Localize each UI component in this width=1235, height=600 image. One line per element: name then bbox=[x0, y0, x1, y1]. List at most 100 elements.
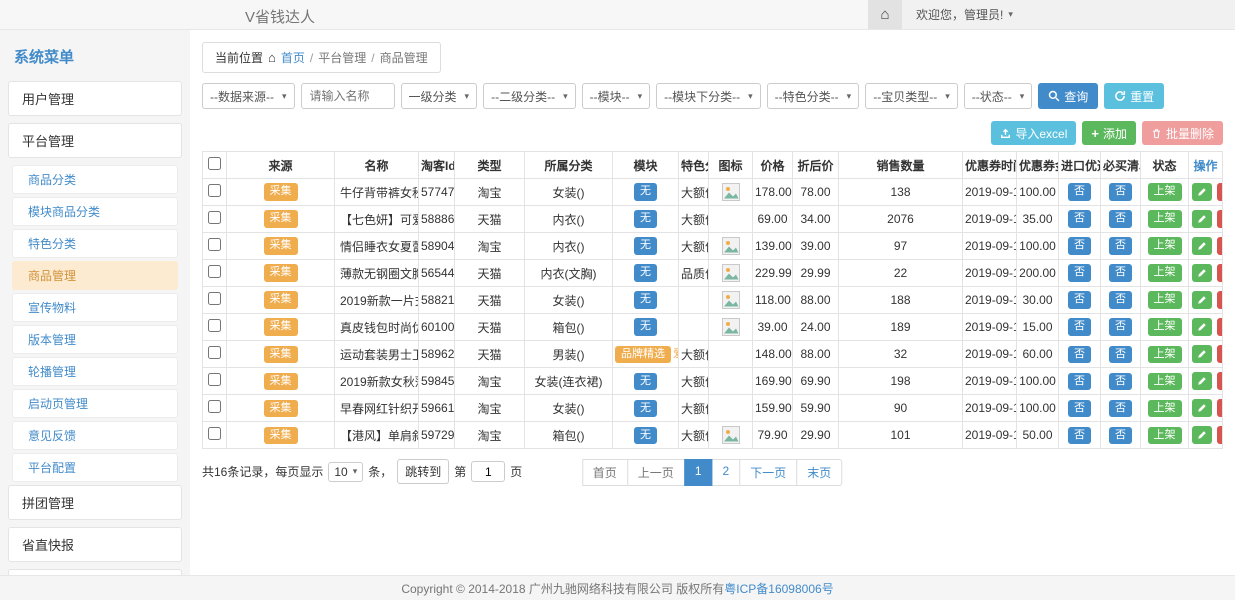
sidebar-item[interactable]: 平台管理 bbox=[8, 123, 182, 158]
price: 229.99 bbox=[753, 260, 793, 287]
sidebar-item[interactable]: 拼团管理 bbox=[8, 485, 182, 520]
product-name: 牛仔背带裤女秋装减龄... bbox=[335, 179, 419, 206]
module-extra-label: 爱上运动 bbox=[673, 348, 679, 360]
product-category: 内衣(文胸) bbox=[525, 260, 613, 287]
filter-select[interactable]: 一级分类 ▾ bbox=[401, 83, 478, 109]
edit-button[interactable] bbox=[1192, 237, 1212, 255]
add-button[interactable]: + 添加 bbox=[1082, 121, 1136, 145]
reset-button[interactable]: 重置 bbox=[1104, 83, 1164, 109]
data-source-select[interactable]: --数据来源-- ▾ bbox=[202, 83, 295, 109]
filter-select[interactable]: --二级分类-- ▾ bbox=[483, 83, 576, 109]
filter-select[interactable]: --模块-- ▾ bbox=[582, 83, 651, 109]
delete-button[interactable] bbox=[1217, 372, 1222, 390]
edit-button[interactable] bbox=[1192, 291, 1212, 309]
row-checkbox[interactable] bbox=[208, 346, 221, 359]
edit-button[interactable] bbox=[1192, 318, 1212, 336]
row-checkbox[interactable] bbox=[208, 238, 221, 251]
sidebar-item[interactable]: 平台配置 bbox=[12, 453, 178, 482]
sidebar-item-label: 商品分类 bbox=[28, 173, 76, 187]
status-badge: 上架 bbox=[1148, 400, 1182, 417]
home-button[interactable]: ⌂ bbox=[868, 0, 902, 29]
delete-button[interactable] bbox=[1217, 183, 1222, 201]
pagination-button[interactable]: 上一页 bbox=[627, 459, 685, 486]
filter-select[interactable]: --状态-- ▾ bbox=[964, 83, 1033, 109]
edit-button[interactable] bbox=[1192, 399, 1212, 417]
status-badge: 上架 bbox=[1148, 237, 1182, 254]
pagination-button[interactable]: 末页 bbox=[796, 459, 842, 486]
batch-delete-button[interactable]: 批量删除 bbox=[1142, 121, 1223, 145]
per-page-value: 10 bbox=[334, 465, 347, 479]
table-row: 采集 薄款无钢圈文胸聚拢性... 565446685867 天猫 内衣(文胸) … bbox=[203, 260, 1223, 287]
pagination-button[interactable]: 下一页 bbox=[739, 459, 797, 486]
sidebar-item[interactable]: 版本管理 bbox=[12, 325, 178, 354]
must-buy-badge: 否 bbox=[1109, 237, 1132, 254]
filter-select[interactable]: --特色分类-- ▾ bbox=[767, 83, 860, 109]
edit-icon bbox=[1197, 241, 1207, 251]
search-button[interactable]: 查询 bbox=[1038, 83, 1098, 109]
row-checkbox[interactable] bbox=[208, 319, 221, 332]
coupon-amount: 60.00 bbox=[1017, 341, 1059, 368]
sidebar-item[interactable]: 用户管理 bbox=[8, 81, 182, 116]
filter-select[interactable]: --模块下分类-- ▾ bbox=[656, 83, 761, 109]
pagination-button[interactable]: 1 bbox=[684, 459, 713, 486]
page-number-input[interactable] bbox=[471, 461, 505, 482]
product-icon bbox=[722, 318, 740, 336]
edit-button[interactable] bbox=[1192, 345, 1212, 363]
row-checkbox[interactable] bbox=[208, 427, 221, 440]
refresh-icon bbox=[1114, 90, 1126, 102]
product-type: 天猫 bbox=[455, 287, 525, 314]
row-checkbox[interactable] bbox=[208, 400, 221, 413]
sidebar-item[interactable]: 商品分类 bbox=[12, 165, 178, 194]
name-search-input[interactable] bbox=[301, 83, 395, 109]
product-icon bbox=[722, 183, 740, 201]
delete-button[interactable] bbox=[1217, 264, 1222, 282]
product-name: 运动套装男士卫衣初秋... bbox=[335, 341, 419, 368]
product-name: 薄款无钢圈文胸聚拢性... bbox=[335, 260, 419, 287]
delete-button[interactable] bbox=[1217, 399, 1222, 417]
sidebar-item[interactable]: 宣传物料 bbox=[12, 293, 178, 322]
edit-button[interactable] bbox=[1192, 264, 1212, 282]
imported-badge: 否 bbox=[1068, 346, 1091, 363]
feature-category: 大额优惠券 bbox=[679, 341, 709, 368]
row-checkbox[interactable] bbox=[208, 265, 221, 278]
sidebar-item[interactable]: 省直快报 bbox=[8, 527, 182, 562]
select-all-checkbox[interactable] bbox=[208, 157, 221, 170]
pagination-button[interactable]: 首页 bbox=[582, 459, 628, 486]
delete-button[interactable] bbox=[1217, 426, 1222, 444]
sidebar-item[interactable]: 商品管理 bbox=[12, 261, 178, 290]
pagination-button[interactable]: 2 bbox=[712, 459, 741, 486]
delete-button[interactable] bbox=[1217, 291, 1222, 309]
row-checkbox[interactable] bbox=[208, 373, 221, 386]
edit-button[interactable] bbox=[1192, 372, 1212, 390]
source-badge: 采集 bbox=[264, 427, 298, 444]
delete-button[interactable] bbox=[1217, 210, 1222, 228]
row-checkbox[interactable] bbox=[208, 211, 221, 224]
icp-link[interactable]: 粤ICP备16098006号 bbox=[724, 580, 833, 597]
sidebar-item-label: 模块商品分类 bbox=[28, 205, 100, 219]
edit-button[interactable] bbox=[1192, 210, 1212, 228]
breadcrumb-home-link[interactable]: 首页 bbox=[281, 49, 305, 66]
table-body: 采集 牛仔背带裤女秋装减龄... 577479560965 淘宝 女装() 无 … bbox=[203, 179, 1223, 449]
delete-button[interactable] bbox=[1217, 237, 1222, 255]
jump-button[interactable]: 跳转到 bbox=[397, 459, 449, 484]
sidebar-item[interactable]: 模块商品分类 bbox=[12, 197, 178, 226]
per-page-select[interactable]: 10 ▾ bbox=[328, 462, 363, 482]
edit-button[interactable] bbox=[1192, 426, 1212, 444]
sidebar-item[interactable]: 特色分类 bbox=[12, 229, 178, 258]
edit-button[interactable] bbox=[1192, 183, 1212, 201]
row-checkbox[interactable] bbox=[208, 184, 221, 197]
delete-button[interactable] bbox=[1217, 345, 1222, 363]
filter-select[interactable]: --宝贝类型-- ▾ bbox=[865, 83, 958, 109]
product-category: 内衣() bbox=[525, 233, 613, 260]
status-badge: 上架 bbox=[1148, 346, 1182, 363]
discount-price: 88.00 bbox=[793, 287, 839, 314]
import-excel-button[interactable]: 导入excel bbox=[991, 121, 1076, 145]
discount-price: 78.00 bbox=[793, 179, 839, 206]
row-checkbox[interactable] bbox=[208, 292, 221, 305]
sidebar-item[interactable]: 启动页管理 bbox=[12, 389, 178, 418]
user-menu[interactable]: 欢迎您，管理员! ▾ bbox=[902, 6, 1027, 23]
coupon-time: 2019-09-13—2019-09-15 bbox=[963, 341, 1017, 368]
sidebar-item[interactable]: 意见反馈 bbox=[12, 421, 178, 450]
sidebar-item[interactable]: 轮播管理 bbox=[12, 357, 178, 386]
delete-button[interactable] bbox=[1217, 318, 1222, 336]
